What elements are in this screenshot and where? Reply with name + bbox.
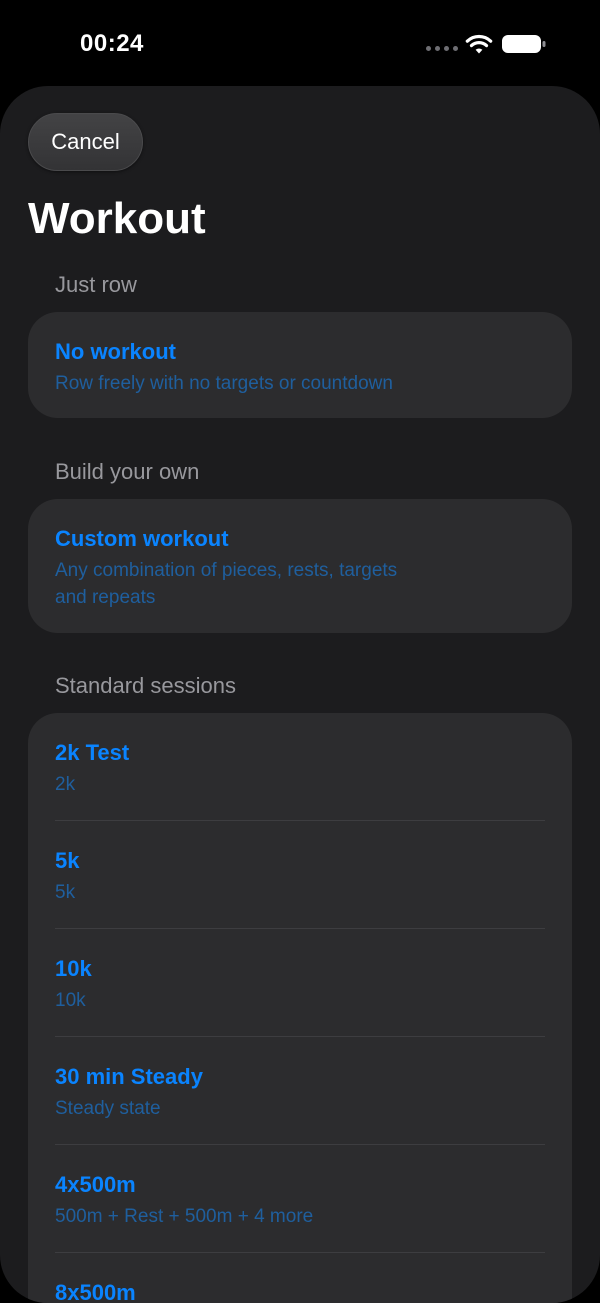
battery-icon [502,35,546,53]
list-item-custom-workout[interactable]: Custom workout Any combination of pieces… [28,499,572,611]
row-subtitle: Any combination of pieces, rests, target… [55,560,398,581]
list-item-2k-test[interactable]: 2k Test 2k [28,713,572,821]
page-title: Workout [28,194,206,243]
row-title: 10k [55,956,92,981]
list-item-8x500m[interactable]: 8x500m [28,1253,572,1303]
row-title: 2k Test [55,740,130,765]
section-header-standard-sessions: Standard sessions [55,673,236,698]
row-subtitle: 2k [55,774,76,795]
row-title: 5k [55,848,80,873]
list-item-4x500m[interactable]: 4x500m 500m + Rest + 500m + 4 more [28,1145,572,1253]
row-subtitle-continued: and repeats [55,587,156,608]
status-time: 00:24 [80,30,144,57]
row-title: Custom workout [55,526,229,551]
standard-sessions-card: 2k Test 2k 5k 5k 10k 10k 30 min Steady S… [28,713,572,1303]
wifi-icon [465,34,493,54]
list-item-30-min-steady[interactable]: 30 min Steady Steady state [28,1037,572,1145]
row-subtitle: 5k [55,882,76,903]
row-title: 8x500m [55,1280,136,1303]
status-bar: 00:24 [0,0,600,88]
cancel-button[interactable]: Cancel [28,113,143,171]
section-header-build-your-own: Build your own [55,459,200,484]
just-row-card: No workout Row freely with no targets or… [28,312,572,418]
cellular-signal-icon [426,46,458,51]
list-item-10k[interactable]: 10k 10k [28,929,572,1037]
row-subtitle: Steady state [55,1098,161,1119]
list-item-no-workout[interactable]: No workout Row freely with no targets or… [28,312,572,397]
list-item-5k[interactable]: 5k 5k [28,821,572,929]
row-title: 4x500m [55,1172,136,1197]
build-your-own-card: Custom workout Any combination of pieces… [28,499,572,633]
row-title: No workout [55,339,176,364]
workout-sheet: Cancel Workout Just row No workout Row f… [0,86,600,1303]
row-subtitle: 10k [55,990,86,1011]
row-subtitle: Row freely with no targets or countdown [55,373,393,394]
row-subtitle: 500m + Rest + 500m + 4 more [55,1206,314,1227]
row-title: 30 min Steady [55,1064,203,1089]
section-header-just-row: Just row [55,272,137,297]
